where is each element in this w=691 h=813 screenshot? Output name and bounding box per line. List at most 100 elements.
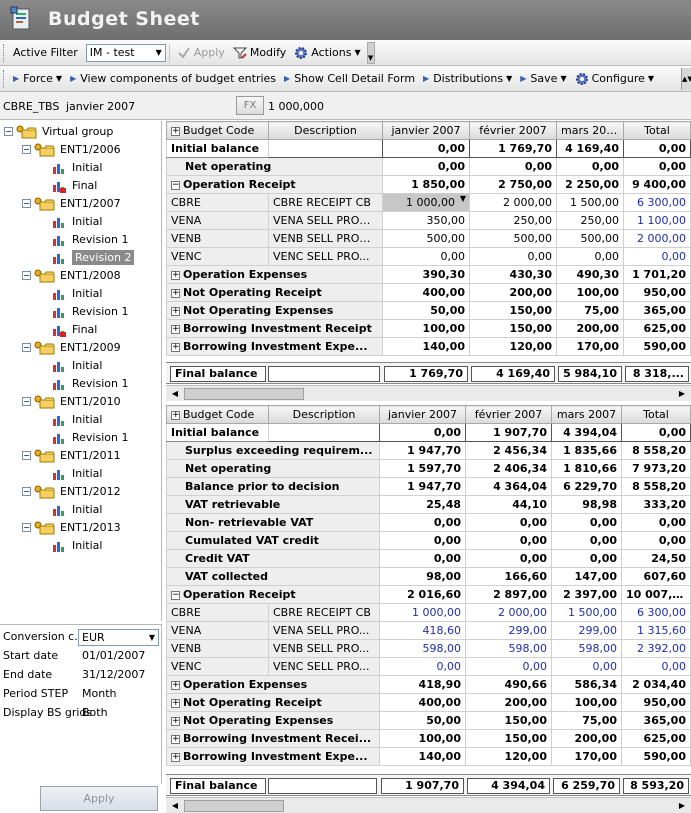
collapse-icon[interactable]: −	[22, 397, 31, 406]
fx-button[interactable]: FX	[236, 96, 264, 115]
value-cell[interactable]: 350,00	[382, 211, 470, 230]
budget-code-cell[interactable]: + Not Operating Receipt	[166, 693, 380, 712]
value-cell[interactable]: 0,00	[382, 157, 470, 176]
budget-section-row[interactable]: Cumulated VAT credit 0,00 0,00 0,00 0,00	[166, 531, 691, 550]
total-cell[interactable]: 10 007,60	[621, 585, 691, 604]
budget-section-row[interactable]: Net operating 0,00 0,00 0,00 0,00	[166, 157, 691, 176]
value-cell[interactable]: 1 500,00	[556, 193, 624, 212]
actions-menu[interactable]: Actions ▼	[290, 42, 364, 64]
total-cell[interactable]: 0,00	[621, 423, 691, 442]
budget-code-cell[interactable]: CBRE	[166, 193, 269, 212]
expand-icon[interactable]: +	[171, 680, 180, 690]
value-cell[interactable]: 0,00	[379, 549, 466, 568]
column-header[interactable]: Total	[621, 405, 691, 424]
budget-code-cell[interactable]: VENC	[166, 247, 269, 266]
value-cell[interactable]: 0,00	[379, 531, 466, 550]
value-cell[interactable]: 100,00	[382, 319, 470, 338]
column-header[interactable]: Description	[268, 121, 383, 140]
tree-group[interactable]: − ENT1/2012	[22, 483, 121, 500]
budget-section-row[interactable]: + Not Operating Expenses 50,00 150,00 75,00 3…	[166, 711, 691, 730]
active-filter-combo[interactable]: IM - test ▼	[85, 43, 166, 62]
value-cell[interactable]: 598,00	[551, 639, 622, 658]
value-cell[interactable]: 0,00	[551, 549, 622, 568]
value-cell[interactable]: 120,00	[469, 337, 557, 356]
budget-section-row[interactable]: Net operating 1 597,70 2 406,34 1 810,66 7 9…	[166, 459, 691, 478]
value-cell[interactable]: 140,00	[382, 337, 470, 356]
expand-icon[interactable]: +	[171, 342, 180, 352]
expand-icon[interactable]: +	[171, 324, 180, 334]
budget-section-row[interactable]: + Not Operating Expenses 50,00 150,00 75,00 3…	[166, 301, 691, 320]
final-balance-value[interactable]: 1 769,70	[384, 366, 468, 382]
value-cell[interactable]: 0,00	[379, 423, 466, 442]
horizontal-scrollbar-top[interactable]: ◀ ▶	[166, 385, 691, 401]
value-cell[interactable]: 150,00	[465, 711, 552, 730]
toolbar-grip[interactable]	[3, 43, 6, 62]
tree-root[interactable]: − Virtual group	[4, 123, 113, 140]
final-balance-value[interactable]: 4 394,04	[467, 778, 550, 794]
total-cell[interactable]: 2 392,00	[621, 639, 691, 658]
description-cell[interactable]	[268, 139, 383, 158]
budget-section-row[interactable]: Credit VAT 0,00 0,00 0,00 24,50	[166, 549, 691, 568]
distributions-menu[interactable]: ▶ Distributions ▼	[419, 68, 516, 90]
value-cell[interactable]: 4 394,04	[551, 423, 622, 442]
budget-entry-row[interactable]: CBRE CBRE RECEIPT CB 1 000,00 2 000,00 1 500…	[166, 603, 691, 622]
budget-section-row[interactable]: + Borrowing Investment Recei... 100,00 150,…	[166, 729, 691, 748]
value-cell[interactable]: 2 000,00	[469, 193, 557, 212]
total-cell[interactable]: 950,00	[621, 693, 691, 712]
tree-group[interactable]: − ENT1/2011	[22, 447, 121, 464]
tree-item[interactable]: Initial	[52, 411, 102, 428]
tree-item[interactable]: Initial	[52, 465, 102, 482]
tree-item[interactable]: Initial	[52, 285, 102, 302]
value-cell[interactable]: 200,00	[469, 283, 557, 302]
scroll-left-icon[interactable]: ◀	[168, 799, 182, 813]
chevron-down-icon[interactable]: ▼	[460, 195, 466, 204]
tree-group[interactable]: − ENT1/2008	[22, 267, 121, 284]
budget-code-cell[interactable]: − Operation Receipt	[166, 585, 380, 604]
tree-item[interactable]: Revision 1	[52, 375, 128, 392]
final-balance-description[interactable]	[268, 366, 380, 382]
tree-item[interactable]: Initial	[52, 501, 102, 518]
budget-code-header[interactable]: + Budget Code	[166, 405, 269, 424]
value-cell[interactable]: 490,30	[556, 265, 624, 284]
tree-item[interactable]: Initial	[52, 357, 102, 374]
total-cell[interactable]: 950,00	[623, 283, 691, 302]
value-cell[interactable]: 2 750,00	[469, 175, 557, 194]
toolbar-overflow-button[interactable]: ▼	[366, 41, 375, 64]
collapse-icon[interactable]: −	[22, 145, 31, 154]
value-cell[interactable]: 0,00	[469, 157, 557, 176]
value-cell[interactable]: 1 810,66	[551, 459, 622, 478]
value-cell[interactable]: 418,90	[379, 675, 466, 694]
collapse-icon[interactable]: −	[4, 127, 13, 136]
tree-item[interactable]: Final	[52, 177, 97, 194]
value-cell[interactable]: 0,00	[379, 513, 466, 532]
collapse-icon[interactable]: −	[171, 180, 180, 190]
conversion-currency-select[interactable]: EUR ▼	[78, 629, 159, 646]
horizontal-scrollbar-bottom[interactable]: ◀ ▶	[166, 797, 691, 813]
budget-code-cell[interactable]: VENA	[166, 211, 269, 230]
budget-section-row[interactable]: + Not Operating Receipt 400,00 200,00 100,00…	[166, 283, 691, 302]
budget-entry-row[interactable]: VENB VENB SELL PROD... 500,00 500,00 500,00 2…	[166, 229, 691, 248]
scroll-thumb[interactable]	[184, 800, 284, 812]
apply-filter-button[interactable]: Apply	[173, 42, 229, 64]
total-cell[interactable]: 365,00	[623, 301, 691, 320]
value-cell[interactable]: 2 250,00	[556, 175, 624, 194]
budget-code-cell[interactable]: Credit VAT	[166, 549, 380, 568]
budget-code-cell[interactable]: Surplus exceeding requirem...	[166, 441, 380, 460]
value-cell[interactable]: 200,00	[551, 729, 622, 748]
budget-code-cell[interactable]: Initial balance	[166, 139, 269, 158]
budget-code-cell[interactable]: VAT retrievable	[166, 495, 380, 514]
expand-all-icon[interactable]: +	[171, 126, 180, 136]
column-header[interactable]: février 2007	[469, 121, 557, 140]
display-bs-grids-value[interactable]: Both	[82, 706, 108, 719]
value-cell[interactable]: 586,34	[551, 675, 622, 694]
tree-group[interactable]: − ENT1/2007	[22, 195, 121, 212]
value-cell[interactable]: 0,00	[551, 531, 622, 550]
budget-code-cell[interactable]: + Borrowing Investment Recei...	[166, 729, 380, 748]
value-cell[interactable]: 0,00	[382, 139, 470, 158]
value-cell[interactable]: 1 769,70	[469, 139, 557, 158]
budget-code-cell[interactable]: VENB	[166, 639, 269, 658]
value-cell[interactable]: 0,00	[465, 513, 552, 532]
collapse-icon[interactable]: −	[22, 451, 31, 460]
value-cell[interactable]: 1 947,70	[379, 441, 466, 460]
collapse-icon[interactable]: −	[22, 271, 31, 280]
